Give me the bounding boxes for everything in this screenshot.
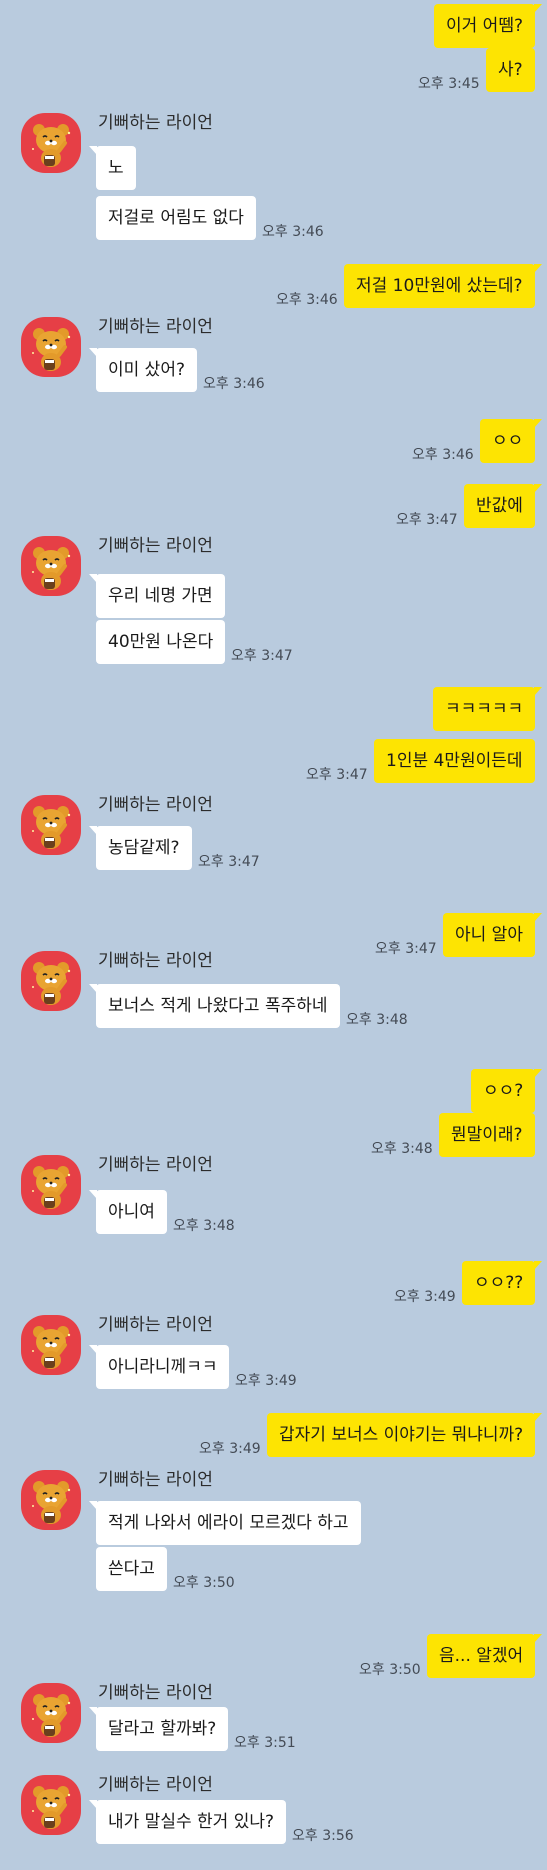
contact-avatar[interactable] xyxy=(21,113,81,173)
message-timestamp: 오후 3:45 xyxy=(418,76,480,92)
ryan-character-icon xyxy=(21,113,81,177)
my-message-bubble[interactable]: 음... 알겠어 xyxy=(427,1634,543,1678)
sender-name: 기뻐하는 라이언 xyxy=(98,113,213,133)
ryan-character-icon xyxy=(21,1470,81,1534)
their-message-bubble[interactable]: 농담같제? xyxy=(89,826,192,870)
sender-name: 기뻐하는 라이언 xyxy=(98,795,213,815)
their-message-bubble[interactable]: 40만원 나온다 xyxy=(96,620,226,664)
message-timestamp: 오후 3:48 xyxy=(173,1218,235,1234)
message-timestamp: 오후 3:47 xyxy=(375,941,437,957)
ryan-character-icon xyxy=(21,1155,81,1219)
my-message-bubble[interactable]: 이거 어뗌? xyxy=(434,4,542,48)
my-message-bubble[interactable]: ㅇㅇ? xyxy=(471,1069,543,1113)
ryan-character-icon xyxy=(21,536,81,600)
message-timestamp: 오후 3:48 xyxy=(346,1012,408,1028)
ryan-character-icon xyxy=(21,1683,81,1747)
message-timestamp: 오후 3:51 xyxy=(234,1735,296,1751)
sender-name: 기뻐하는 라이언 xyxy=(98,317,213,337)
message-timestamp: 오후 3:46 xyxy=(262,224,324,240)
ryan-character-icon xyxy=(21,795,81,859)
sender-name: 기뻐하는 라이언 xyxy=(98,536,213,556)
sender-name: 기뻐하는 라이언 xyxy=(98,1683,213,1703)
contact-avatar[interactable] xyxy=(21,951,81,1011)
message-timestamp: 오후 3:47 xyxy=(396,512,458,528)
message-timestamp: 오후 3:46 xyxy=(412,447,474,463)
message-timestamp: 오후 3:46 xyxy=(203,376,265,392)
their-message-bubble[interactable]: 달라고 할까봐? xyxy=(88,1707,229,1751)
their-message-bubble[interactable]: 보너스 적게 나왔다고 폭주하네 xyxy=(89,984,340,1028)
their-message-bubble[interactable]: 아니라니께ㅋㅋ xyxy=(88,1345,230,1389)
sender-name: 기뻐하는 라이언 xyxy=(98,1775,213,1795)
sender-name: 기뻐하는 라이언 xyxy=(98,1315,213,1335)
contact-avatar[interactable] xyxy=(21,795,81,855)
contact-avatar[interactable] xyxy=(21,536,81,596)
my-message-bubble[interactable]: ㅋㅋㅋㅋㅋ xyxy=(433,687,543,731)
message-timestamp: 오후 3:48 xyxy=(371,1141,433,1157)
message-timestamp: 오후 3:56 xyxy=(292,1828,354,1844)
sender-name: 기뻐하는 라이언 xyxy=(98,1470,213,1490)
their-message-bubble[interactable]: 노 xyxy=(89,146,136,190)
contact-avatar[interactable] xyxy=(21,317,81,377)
my-message-bubble[interactable]: 갑자기 보너스 이야기는 뭐냐니까? xyxy=(267,1413,543,1457)
my-message-bubble[interactable]: ㅇㅇ?? xyxy=(462,1261,543,1305)
their-message-bubble[interactable]: 적게 나와서 에라이 모르겠다 하고 xyxy=(89,1501,361,1545)
message-timestamp: 오후 3:49 xyxy=(394,1289,456,1305)
my-message-bubble[interactable]: 뭔말이래? xyxy=(439,1113,535,1157)
sender-name: 기뻐하는 라이언 xyxy=(98,1155,213,1175)
their-message-bubble[interactable]: 이미 샀어? xyxy=(89,348,197,392)
my-message-bubble[interactable]: 반값에 xyxy=(464,484,542,528)
sender-name: 기뻐하는 라이언 xyxy=(98,951,213,971)
ryan-character-icon xyxy=(21,317,81,381)
contact-avatar[interactable] xyxy=(21,1683,81,1743)
ryan-character-icon xyxy=(21,1775,81,1839)
message-timestamp: 오후 3:50 xyxy=(173,1575,235,1591)
message-timestamp: 오후 3:47 xyxy=(306,767,368,783)
message-timestamp: 오후 3:49 xyxy=(199,1441,261,1457)
their-message-bubble[interactable]: 쓴다고 xyxy=(96,1547,167,1591)
message-timestamp: 오후 3:46 xyxy=(276,292,338,308)
my-message-bubble[interactable]: 저걸 10만원에 샀는데? xyxy=(344,264,542,308)
my-message-bubble[interactable]: 1인분 4만원이든데 xyxy=(374,739,535,783)
chat-area[interactable]: 이거 어뗌? 사? 오후 3:45 기뻐하는 라이언 노 저걸로 어림도 없다 오후 3:4… xyxy=(0,0,547,1870)
their-message-bubble[interactable]: 우리 네명 가면 xyxy=(89,574,225,618)
message-timestamp: 오후 3:49 xyxy=(235,1373,297,1389)
message-timestamp: 오후 3:50 xyxy=(359,1662,421,1678)
ryan-character-icon xyxy=(21,1315,81,1379)
ryan-character-icon xyxy=(21,951,81,1015)
their-message-bubble[interactable]: 아니여 xyxy=(89,1190,167,1234)
their-message-bubble[interactable]: 내가 말실수 한거 있나? xyxy=(89,1800,286,1844)
contact-avatar[interactable] xyxy=(21,1155,81,1215)
contact-avatar[interactable] xyxy=(21,1315,81,1375)
message-timestamp: 오후 3:47 xyxy=(231,648,293,664)
my-message-bubble[interactable]: 사? xyxy=(486,48,535,92)
contact-avatar[interactable] xyxy=(21,1775,81,1835)
my-message-bubble[interactable]: 아니 알아 xyxy=(443,913,542,957)
my-message-bubble[interactable]: ㅇㅇ xyxy=(480,419,543,463)
contact-avatar[interactable] xyxy=(21,1470,81,1530)
their-message-bubble[interactable]: 저걸로 어림도 없다 xyxy=(96,196,256,240)
message-timestamp: 오후 3:47 xyxy=(198,854,260,870)
